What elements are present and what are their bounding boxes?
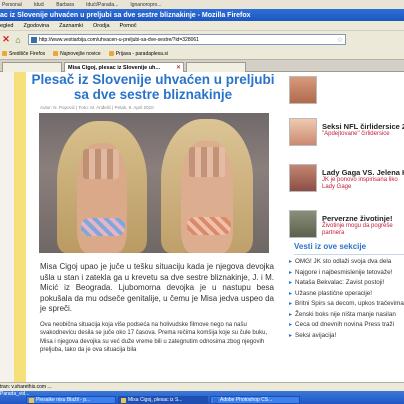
news-link[interactable]: Ceca od dnevnih novina Press traži <box>288 320 404 331</box>
sidebar-item-desc: partnera <box>322 230 345 236</box>
news-link[interactable]: Užasne plastične operacije! <box>288 289 404 300</box>
news-link[interactable]: Ženski boks nije ništa manje nasilan <box>288 310 404 321</box>
navigation-toolbar: ✕ ⌂ http://www.vestiarbija.com/uhvacen-u… <box>0 31 404 48</box>
left-page-margin <box>0 72 26 382</box>
bookmark-latest-news[interactable]: Najnovejše novice <box>49 51 105 57</box>
photo-pixelated-face-right <box>189 147 225 177</box>
sidebar-item[interactable] <box>286 72 404 118</box>
sidebar-item-desc: Životinje mogu da pogreše <box>322 223 393 229</box>
firefox-icon <box>121 397 126 403</box>
taskbar-button-misa-cigoj[interactable]: Misa Cigoj, plesac iz S... <box>118 396 208 404</box>
bookmark-parada-plesa[interactable]: Prijava - paradaplesa.si <box>105 51 172 57</box>
menu-tools[interactable]: Orodja <box>88 23 115 29</box>
bookmarks-toolbar: Središče Firefox Najnovejše novice Prija… <box>0 48 404 60</box>
bookmark-star-icon[interactable]: ☆ <box>337 36 343 44</box>
article-lead: Misa Cigoj upao je juče u tešku situacij… <box>40 262 274 313</box>
sidebar-thumbnail[interactable] <box>289 210 317 238</box>
section-news-heading: Vesti iz ove sekcije <box>294 242 367 251</box>
sidebar-thumbnail[interactable] <box>289 118 317 146</box>
status-bar: tran: v.sharethis.com ... <box>0 382 404 391</box>
tab-background-1[interactable] <box>2 62 62 72</box>
window-title: ac iz Slovenije uhvaćen u preljubi sa dv… <box>0 11 251 19</box>
tab-close-icon[interactable]: ✕ <box>176 64 181 71</box>
status-text: tran: v.sharethis.com ... <box>0 384 52 390</box>
bookmark-firefox-central[interactable]: Središče Firefox <box>0 51 49 57</box>
menu-view[interactable]: egled <box>0 23 18 29</box>
sidebar-related: Seksi NFL čirlidersice 2 "Apdejtovane" č… <box>286 72 404 256</box>
photo-bikini-left <box>81 218 125 236</box>
section-news-list: OMG! JK sto odlaži svoja dva dela Najgor… <box>288 257 404 341</box>
window-title-bar: ac iz Slovenije uhvaćen u preljubi sa dv… <box>0 9 404 21</box>
site-favicon-icon <box>31 36 37 43</box>
taskbar-button-photoshop[interactable]: Adobe Photoshop CS... <box>210 396 300 404</box>
photo-bikini-right <box>187 217 231 235</box>
section-divider <box>294 254 404 255</box>
yellow-side-stripe <box>14 72 26 382</box>
link-personal[interactable]: Personal <box>0 2 28 8</box>
address-url[interactable]: http://www.vestiarbija.com/uhvacen-u-pre… <box>39 37 199 43</box>
link-ignanoropro[interactable]: Ignanoropro... <box>124 2 167 8</box>
tab-strip: Misa Cigoj, plesac iz Slovenije uh... ✕ <box>0 60 404 72</box>
personal-links-bar: Personal Idući Barbara Idući/Parada... I… <box>0 0 404 9</box>
section-news: Vesti iz ove sekcije OMG! JK sto odlaži … <box>288 242 404 341</box>
news-link[interactable]: OMG! JK sto odlaži svoja dva dela <box>288 257 404 268</box>
address-bar[interactable]: http://www.vestiarbija.com/uhvacen-u-pre… <box>28 34 346 45</box>
rss-icon <box>53 51 59 56</box>
sidebar-item-desc: Lady Gage <box>322 184 352 190</box>
tab-background-2[interactable] <box>186 62 246 72</box>
page-content: Plesač iz Slovenije uhvaćen u preljubi s… <box>0 72 404 382</box>
stop-icon[interactable]: ✕ <box>0 34 12 46</box>
tab-active[interactable]: Misa Cigoj, plesac iz Slovenije uh... ✕ <box>64 62 184 72</box>
link-iduci[interactable]: Idući <box>28 2 51 8</box>
sidebar-item-desc: "Apdejtovane" čirlidersice <box>322 131 390 137</box>
sidebar-item-title[interactable]: Seksi NFL čirlidersice 2 <box>322 122 404 131</box>
sidebar-item-desc: JK je ponovo inspirisana liko <box>322 177 398 183</box>
news-link[interactable]: Nataša Bekvalac: Zavist postoji! <box>288 278 404 289</box>
link-barbara[interactable]: Barbara <box>50 2 80 8</box>
photoshop-icon <box>213 397 218 403</box>
bookmark-icon <box>108 51 114 56</box>
article-byline: Autor: N. Popović | Foto: M. Anđelić | P… <box>40 105 154 110</box>
article-headline: Plesač iz Slovenije uhvaćen u preljubi s… <box>31 72 275 102</box>
taskbar-button-plesalke[interactable]: Plesalke nisu Blažil - p... <box>26 396 116 404</box>
article-body: Ova neobična situacija koja više podseća… <box>40 321 268 354</box>
news-link[interactable]: Najgore i najbesmislenije tetovaže! <box>288 268 404 279</box>
menu-bookmarks[interactable]: Zaznamki <box>54 23 88 29</box>
article-photo[interactable] <box>39 113 269 253</box>
bookmark-icon <box>2 51 7 56</box>
news-link[interactable]: Britni Spirs sa decom, upkos tračevima <box>288 299 404 310</box>
menu-history[interactable]: Zgodovina <box>18 23 54 29</box>
firefox-icon <box>29 397 34 403</box>
sidebar-item-title[interactable]: Lady Gaga VS. Jelena K <box>322 168 404 177</box>
home-icon[interactable]: ⌂ <box>12 34 24 46</box>
sidebar-item[interactable]: Seksi NFL čirlidersice 2 "Apdejtovane" č… <box>286 118 404 164</box>
menu-help[interactable]: Pomoč <box>115 23 142 29</box>
sidebar-item[interactable]: Lady Gaga VS. Jelena K JK je ponovo insp… <box>286 164 404 210</box>
menu-bar: egled Zgodovina Zaznamki Orodja Pomoč <box>0 21 404 31</box>
photo-pixelated-face-left <box>83 149 119 179</box>
news-link[interactable]: Seksi avijacija! <box>288 331 404 342</box>
taskbar: Parada_vid... Plesalke nisu Blažil - p..… <box>0 391 404 404</box>
link-iduci-parada[interactable]: Idući/Parada... <box>80 2 124 8</box>
article: Plesač iz Slovenije uhvaćen u preljubi s… <box>30 72 276 355</box>
sidebar-thumbnail[interactable] <box>289 164 317 192</box>
tab-active-label: Misa Cigoj, plesac iz Slovenije uh... <box>68 64 160 71</box>
sidebar-item-title[interactable]: Perverzne životinje! <box>322 214 392 223</box>
sidebar-thumbnail[interactable] <box>289 76 317 104</box>
